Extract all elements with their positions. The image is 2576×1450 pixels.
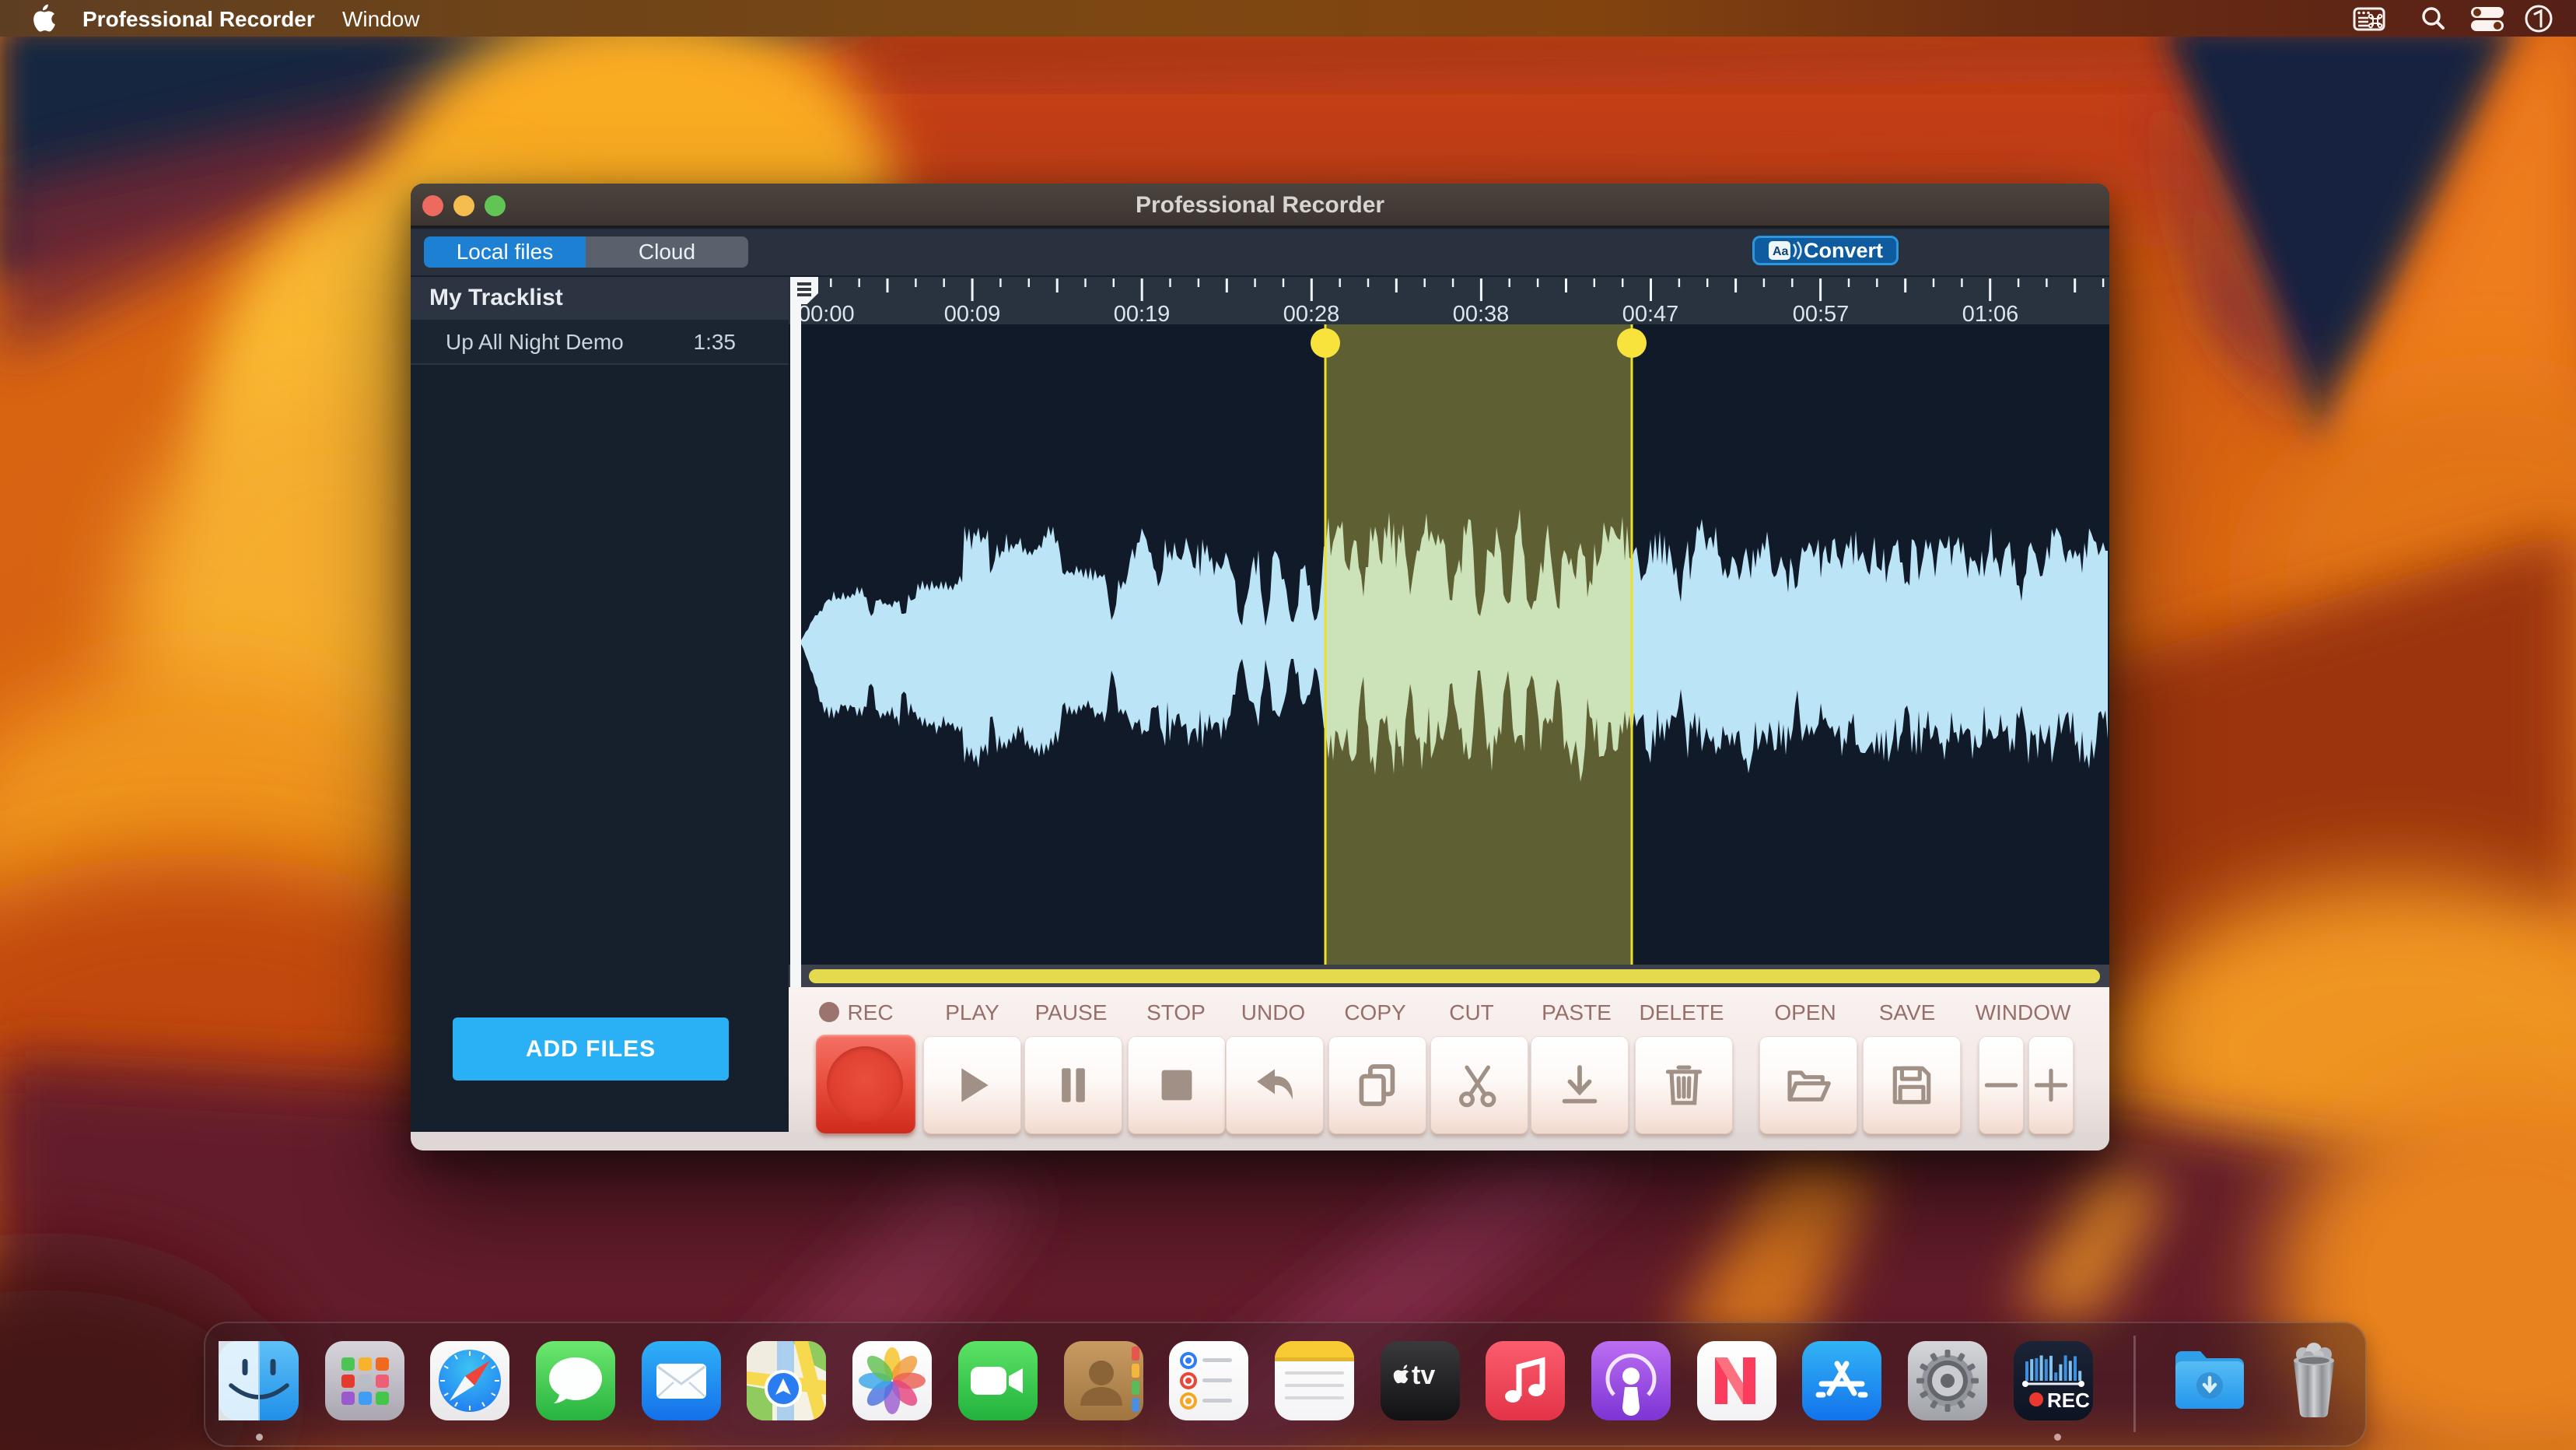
svg-text:REC: REC <box>2047 1389 2090 1412</box>
svg-text:tv: tv <box>1412 1361 1435 1390</box>
svg-text:Aa: Aa <box>1773 245 1789 258</box>
